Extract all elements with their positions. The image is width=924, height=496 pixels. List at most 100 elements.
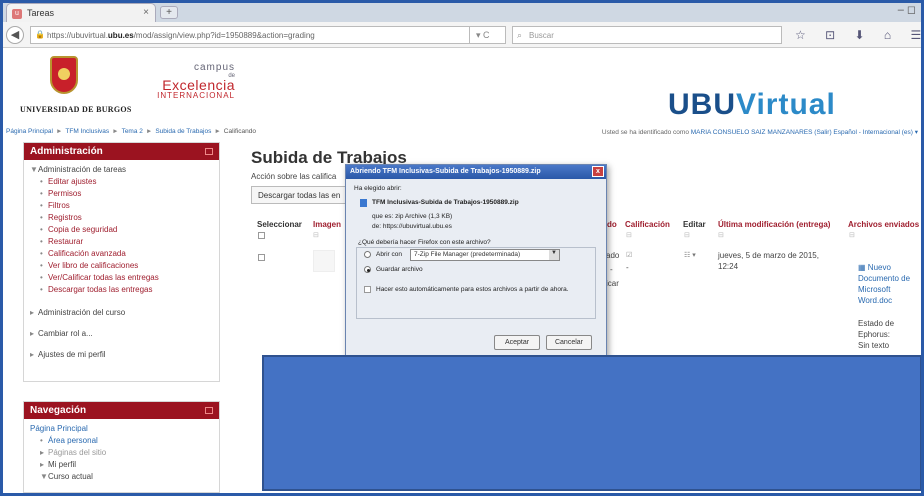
status-text: ado — [606, 251, 620, 260]
item-label: Filtros — [48, 201, 70, 210]
select-all-checkbox[interactable] — [258, 232, 265, 239]
navigation-header[interactable]: Navegación — [24, 402, 219, 419]
administration-block: Administración ▼Administración de tareas… — [23, 142, 220, 382]
dialog-title-text: Abriendo TFM Inclusivas-Subida de Trabaj… — [350, 168, 541, 175]
hide-column-icon[interactable]: ⊟ — [849, 231, 855, 239]
auto-action-checkbox[interactable] — [364, 286, 371, 293]
download-dialog: Abriendo TFM Inclusivas-Subida de Trabaj… — [345, 164, 607, 360]
selected-app: 7-Zip File Manager (predeterminada) — [414, 251, 521, 258]
ubuvirtual-logo[interactable]: UBUVirtual — [668, 88, 836, 122]
avatar — [313, 250, 335, 272]
user-link[interactable]: MARIA CONSUELO SAIZ MANZANARES (Salir) — [691, 129, 832, 136]
file-name[interactable]: Nuevo Documento de Microsoft Word.doc — [858, 263, 910, 305]
search-input[interactable]: ⌕ Buscar — [512, 26, 782, 44]
admin-section[interactable]: ▸ Ajustes de mi perfil — [24, 344, 219, 365]
edit-menu-icon[interactable]: ☷ ▾ — [684, 251, 696, 259]
hide-column-icon[interactable]: ⊟ — [313, 231, 319, 239]
column-header-select[interactable]: Seleccionar — [257, 220, 302, 229]
nav-item[interactable]: ▸ Páginas del sitio — [24, 447, 219, 459]
item-label: Ver/Calificar todas las entregas — [48, 273, 159, 282]
item-label: Permisos — [48, 189, 82, 198]
hide-column-icon[interactable]: ⊟ — [684, 231, 690, 239]
hide-column-icon[interactable]: ⊟ — [718, 231, 724, 239]
column-header-last-modified[interactable]: Última modificación (entrega) — [718, 220, 830, 229]
save-file-radio[interactable] — [364, 266, 371, 273]
breadcrumb-item-current: Calificando — [223, 128, 256, 135]
nav-home-link[interactable]: Página Principal — [24, 423, 219, 435]
item-label: Curso actual — [48, 472, 93, 481]
open-with-select[interactable]: 7-Zip File Manager (predeterminada) ▼ — [410, 249, 560, 261]
admin-item[interactable]: • Calificación avanzada — [24, 248, 219, 260]
nav-item[interactable]: • Área personal — [24, 435, 219, 447]
favicon-icon: u — [12, 9, 22, 19]
expanded-icon: ▼ — [40, 472, 48, 481]
open-with-radio[interactable] — [364, 251, 371, 258]
column-header-grade[interactable]: Calificación — [625, 220, 670, 229]
bullet-icon: • — [40, 189, 43, 198]
grade-edit-icon[interactable]: ☑ — [626, 251, 632, 259]
admin-section[interactable]: ▸ Cambiar rol a... — [24, 323, 219, 344]
browser-tab[interactable]: u Tareas × — [6, 3, 156, 22]
breadcrumb-separator: ► — [145, 128, 153, 135]
item-label: Copia de seguridad — [48, 225, 118, 234]
column-header-status[interactable]: do — [607, 220, 617, 229]
admin-item[interactable]: • Registros — [24, 212, 219, 224]
hide-column-icon[interactable]: ⊟ — [626, 231, 632, 239]
item-label: Páginas del sitio — [48, 448, 107, 457]
node-label: Administración de tareas — [38, 165, 127, 174]
admin-item[interactable]: • Editar ajustes — [24, 176, 219, 188]
collapsed-icon: ▸ — [30, 329, 35, 338]
column-header-files[interactable]: Archivos enviados — [848, 220, 919, 229]
language-selector[interactable]: Español - Internacional (es) ▾ — [832, 129, 918, 136]
breadcrumb-item[interactable]: Página Principal — [6, 128, 53, 135]
grade-value: - — [626, 263, 629, 272]
expanded-icon: ▼ — [30, 165, 38, 174]
admin-item[interactable]: • Restaurar — [24, 236, 219, 248]
minimize-icon[interactable] — [205, 407, 213, 414]
chevron-down-icon: ▼ — [549, 250, 559, 260]
nav-item[interactable]: ▼Curso actual — [24, 471, 219, 483]
breadcrumb-item[interactable]: Tema 2 — [122, 128, 143, 135]
back-icon[interactable]: ◀ — [6, 26, 24, 44]
close-icon[interactable]: x — [592, 166, 604, 177]
admin-section[interactable]: ▸ Administración del curso — [24, 302, 219, 323]
dialog-title: Abriendo TFM Inclusivas-Subida de Trabaj… — [346, 165, 606, 179]
reload-icon[interactable]: ▾ C — [470, 26, 506, 44]
url-path: /mod/assign/view.php?id=1950889&action=g… — [133, 31, 315, 40]
row-select-checkbox[interactable] — [258, 254, 265, 261]
admin-item[interactable]: • Ver/Calificar todas las entregas — [24, 272, 219, 284]
admin-item[interactable]: • Descargar todas las entregas — [24, 284, 219, 296]
university-name: UNIVERSIDAD DE BURGOS — [20, 105, 132, 114]
close-tab-icon[interactable]: × — [143, 7, 149, 18]
breadcrumb-item[interactable]: TFM Inclusivas — [65, 128, 109, 135]
breadcrumb-item[interactable]: Subida de Trabajos — [155, 128, 211, 135]
status-text-2: icar — [606, 279, 619, 288]
admin-item[interactable]: • Permisos — [24, 188, 219, 200]
accept-button[interactable]: Aceptar — [494, 335, 540, 350]
admin-item[interactable]: • Copia de seguridad — [24, 224, 219, 236]
new-tab-button[interactable]: + — [160, 6, 178, 19]
admin-item[interactable]: • Filtros — [24, 200, 219, 212]
university-crest-logo — [50, 56, 78, 94]
grading-action-label: Acción sobre las califica — [251, 172, 337, 181]
administration-header[interactable]: Administración — [24, 143, 219, 160]
address-bar[interactable]: 🔒 https://ubuvirtual.ubu.es/mod/assign/v… — [30, 26, 470, 44]
window-controls[interactable]: – ◻ — [898, 3, 916, 16]
nav-item[interactable]: ▸ Mi perfil — [24, 459, 219, 471]
toolbar-icons[interactable]: ☆ ⊡ ⬇ ⌂ ☰ — [795, 28, 924, 42]
save-file-label: Guardar archivo — [376, 266, 423, 273]
breadcrumb: Página Principal ► TFM Inclusivas ► Tema 2 ► S… — [6, 128, 256, 135]
search-placeholder: Buscar — [529, 31, 554, 40]
item-label: Área personal — [48, 436, 98, 445]
admin-item[interactable]: • Ver libro de calificaciones — [24, 260, 219, 272]
navigation-block: Navegación Página Principal • Área person… — [23, 401, 220, 493]
minimize-icon[interactable] — [205, 148, 213, 155]
cancel-button[interactable]: Cancelar — [546, 335, 592, 350]
bullet-icon: • — [40, 285, 43, 294]
column-header-image[interactable]: Imagen — [313, 220, 341, 229]
bullet-icon: • — [40, 201, 43, 210]
admin-tasks-node[interactable]: ▼Administración de tareas — [24, 164, 219, 176]
grading-action-select[interactable]: Descargar todas las en — [251, 186, 351, 204]
submitted-file-link[interactable]: ▦ Nuevo Documento de Microsoft Word.doc — [858, 262, 918, 306]
open-with-label: Abrir con — [376, 251, 403, 258]
